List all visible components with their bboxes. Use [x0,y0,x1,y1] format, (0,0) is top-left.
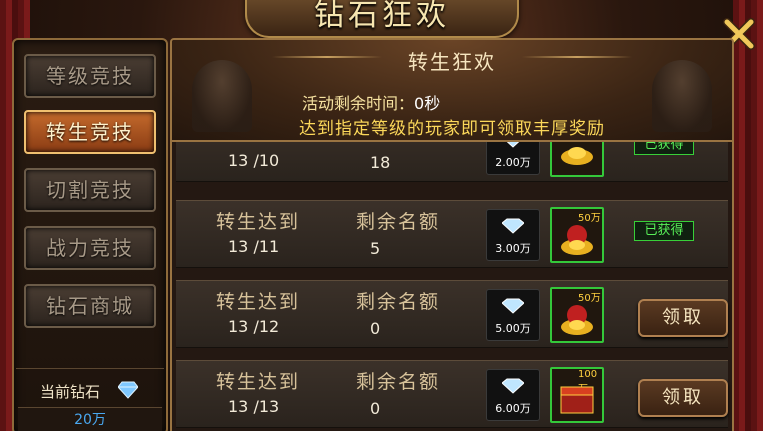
claim-button[interactable]: 领取 [638,379,728,417]
sidebar-item-power-competition[interactable]: 战力竞技 [24,226,156,270]
treasure-bag-icon [561,305,593,335]
diamond-reward[interactable]: 3.00万 [486,209,540,261]
diamond-amount: 6.00万 [495,402,531,415]
row-level: 13 /11 [228,237,280,256]
sidebar-item-label: 战力竞技 [46,236,134,260]
diamond-reward[interactable]: 5.00万 [486,289,540,341]
diamond-icon [502,218,524,234]
diamond-icon [502,298,524,314]
row-quota-value: 0 [370,399,381,418]
gift-reward[interactable]: 100万 [550,367,604,423]
game-window: 钻石狂欢 等级竞技 转生竞技 切割竞技 战力竞技 钻石商城 当前钻石 20万 转… [0,0,763,431]
sidebar-item-cut-competition[interactable]: 切割竞技 [24,168,156,212]
sidebar: 等级竞技 转生竞技 切割竞技 战力竞技 钻石商城 当前钻石 20万 [12,38,168,431]
claim-button-label: 领取 [662,387,704,408]
diamond-amount: 3.00万 [495,242,531,255]
row-quota-value: 0 [370,319,381,338]
gift-reward[interactable]: 50万 [550,207,604,263]
row-quota-value: 5 [370,239,381,258]
claimed-badge: 已获得 [634,221,694,241]
row-quota-label: 剩余名额 [356,211,441,233]
diamond-icon [502,378,524,394]
right-curtain [733,0,763,431]
sidebar-item-rebirth-competition[interactable]: 转生竞技 [24,110,156,154]
event-header: 转生狂欢 活动剩余时间：0秒 达到指定等级的玩家即可领取丰厚奖励 [172,40,732,142]
reward-list[interactable]: 13 /10 18 2.00万 已获得 转生达到 13 /11 剩余名额 5 3… [172,114,732,431]
event-title: 转生狂欢 [408,50,496,74]
claim-button-label: 领取 [662,307,704,328]
sidebar-item-label: 转生竞技 [46,120,134,144]
row-title: 转生达到 [216,371,301,393]
timer-value: 0秒 [414,94,441,113]
row-quota-value: 18 [370,153,391,172]
sidebar-item-label: 钻石商城 [46,294,134,318]
row-level: 13 /10 [228,151,280,170]
row-title: 转生达到 [216,211,301,233]
sidebar-item-label: 切割竞技 [46,178,134,202]
timer-label: 活动剩余时间： [302,94,415,113]
row-quota-label: 剩余名额 [356,371,441,393]
main-panel: 转生狂欢 活动剩余时间：0秒 达到指定等级的玩家即可领取丰厚奖励 13 /10 … [170,38,734,431]
diamond-icon [118,381,138,399]
event-description: 达到指定等级的玩家即可领取丰厚奖励 [299,119,605,139]
list-item: 转生达到 13 /13 剩余名额 0 6.00万 100万 领取 [176,360,728,428]
diamond-balance: 当前钻石 20万 [16,368,164,431]
sidebar-item-label: 等级竞技 [46,64,134,88]
sidebar-item-level-competition[interactable]: 等级竞技 [24,54,156,98]
row-level: 13 /12 [228,317,280,336]
event-timer: 活动剩余时间：0秒 [302,90,440,114]
list-item: 转生达到 13 /12 剩余名额 0 5.00万 50万 领取 [176,280,728,348]
title-banner: 钻石狂欢 [245,0,519,38]
treasure-bag-icon [561,225,593,255]
balance-value-bar: 20万 [18,407,162,431]
treasure-chest-icon [560,386,594,414]
claim-button[interactable]: 领取 [638,299,728,337]
row-level: 13 /13 [228,397,280,416]
sidebar-item-diamond-shop[interactable]: 钻石商城 [24,284,156,328]
gift-reward[interactable]: 50万 [550,287,604,343]
row-quota-label: 剩余名额 [356,291,441,313]
balance-label: 当前钻石 [40,383,101,401]
diamond-reward[interactable]: 6.00万 [486,369,540,421]
balance-value: 20万 [74,412,106,428]
diamond-amount: 2.00万 [495,156,531,169]
diamond-amount: 5.00万 [495,322,531,335]
list-item: 转生达到 13 /11 剩余名额 5 3.00万 50万 已获得 [176,200,728,268]
row-title: 转生达到 [216,291,301,313]
window-title: 钻石狂欢 [314,0,450,33]
